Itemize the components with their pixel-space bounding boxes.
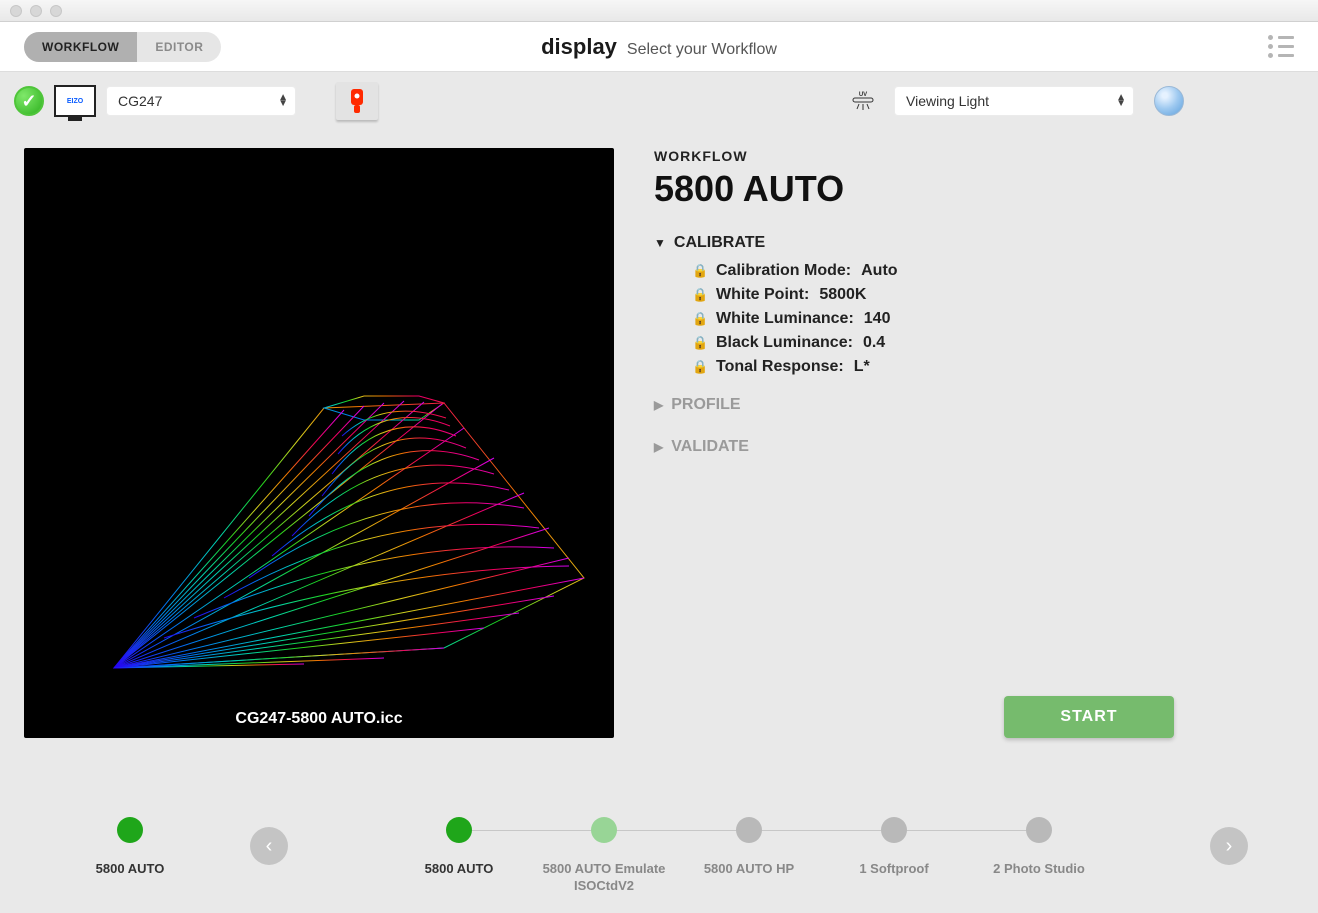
traffic-light-minimize[interactable] [30,5,42,17]
step-5800-auto-hp[interactable]: 5800 AUTO HP [677,817,822,878]
viewing-light-value: Viewing Light [906,93,989,109]
status-ok-icon: ✓ [14,86,44,116]
lock-icon: 🔒 [692,263,706,279]
ambient-orb-icon[interactable] [1154,86,1184,116]
lock-icon: 🔒 [692,359,706,375]
step-2-photo-studio[interactable]: 2 Photo Studio [967,817,1112,878]
param-row: 🔒Calibration Mode:Auto [692,262,1174,280]
window-titlebar [0,0,1318,22]
step-dot-icon [446,817,472,843]
step-5800-auto[interactable]: 5800 AUTO [387,817,532,878]
step-dot-icon [1026,817,1052,843]
step-label: 1 Softproof [859,861,928,878]
workflow-heading: WORKFLOW [654,148,1174,164]
workflow-stepper: 5800 AUTO ‹ 5800 AUTO 5800 AUTO Emulate … [0,803,1318,913]
chevron-right-icon: ▶ [654,440,663,454]
step-label: 5800 AUTO HP [704,861,794,878]
uv-icon: UV [848,89,878,113]
main-content: CG247-5800 AUTO.icc WORKFLOW 5800 AUTO ▼… [0,130,1318,738]
gamut-wireframe [24,148,614,738]
monitor-select[interactable]: CG247 ▲▼ [106,86,296,116]
section-profile-header[interactable]: ▶ PROFILE [654,396,1174,414]
section-calibrate-header[interactable]: ▼ CALIBRATE [654,234,1174,252]
gamut-caption: CG247-5800 AUTO.icc [24,710,614,728]
list-menu-icon[interactable] [1268,35,1294,58]
monitor-brand: EIZO [67,98,83,105]
lock-icon: 🔒 [692,311,706,327]
chevron-right-icon: ▶ [654,398,663,412]
stepper-prev-button[interactable]: ‹ [250,827,288,865]
workflow-name: 5800 AUTO [654,168,1174,210]
header-bar: WORKFLOW EDITOR display Select your Work… [0,22,1318,72]
stepper-track: 5800 AUTO 5800 AUTO Emulate ISOCtdV2 580… [288,817,1210,895]
section-validate-title: VALIDATE [671,438,749,456]
start-button[interactable]: START [1004,696,1174,738]
param-row: 🔒Black Luminance:0.4 [692,334,1174,352]
step-dot-icon [736,817,762,843]
step-1-softproof[interactable]: 1 Softproof [822,817,967,878]
calibrate-params: 🔒Calibration Mode:Auto 🔒White Point:5800… [654,262,1174,382]
sensor-icon[interactable] [336,82,378,120]
mode-tabs: WORKFLOW EDITOR [24,32,221,62]
section-calibrate-title: CALIBRATE [674,234,765,252]
workflow-panel: WORKFLOW 5800 AUTO ▼ CALIBRATE 🔒Calibrat… [654,148,1294,738]
stepper-next-button[interactable]: › [1210,827,1248,865]
app-title: display [541,34,617,60]
param-row: 🔒White Point:5800K [692,286,1174,304]
lock-icon: 🔒 [692,335,706,351]
stepper-prev-node: 5800 AUTO [70,817,190,876]
lock-icon: 🔒 [692,287,706,303]
step-label: 5800 AUTO [425,861,494,878]
header-title-block: display Select your Workflow [541,34,777,60]
step-label: 5800 AUTO [96,861,165,876]
section-profile-title: PROFILE [671,396,740,414]
traffic-light-zoom[interactable] [50,5,62,17]
monitor-select-value: CG247 [118,93,162,109]
step-5800-auto-emulate[interactable]: 5800 AUTO Emulate ISOCtdV2 [532,817,677,895]
chevron-down-icon: ▼ [654,236,666,250]
step-label: 2 Photo Studio [993,861,1085,878]
tab-workflow[interactable]: WORKFLOW [24,32,137,62]
step-dot-icon [881,817,907,843]
step-label: 5800 AUTO Emulate ISOCtdV2 [532,861,677,895]
param-row: 🔒Tonal Response:L* [692,358,1174,376]
traffic-light-close[interactable] [10,5,22,17]
header-subtitle: Select your Workflow [627,41,777,59]
viewing-light-select[interactable]: Viewing Light ▲▼ [894,86,1134,116]
monitor-icon: EIZO [54,85,96,117]
gamut-preview: CG247-5800 AUTO.icc [24,148,614,738]
step-dot-icon [591,817,617,843]
tab-editor[interactable]: EDITOR [137,32,221,62]
section-validate-header[interactable]: ▶ VALIDATE [654,438,1174,456]
param-row: 🔒White Luminance:140 [692,310,1174,328]
svg-text:UV: UV [859,92,867,98]
step-dot-icon [117,817,143,843]
toolbar: ✓ EIZO CG247 ▲▼ UV Viewing Light ▲▼ [0,72,1318,130]
